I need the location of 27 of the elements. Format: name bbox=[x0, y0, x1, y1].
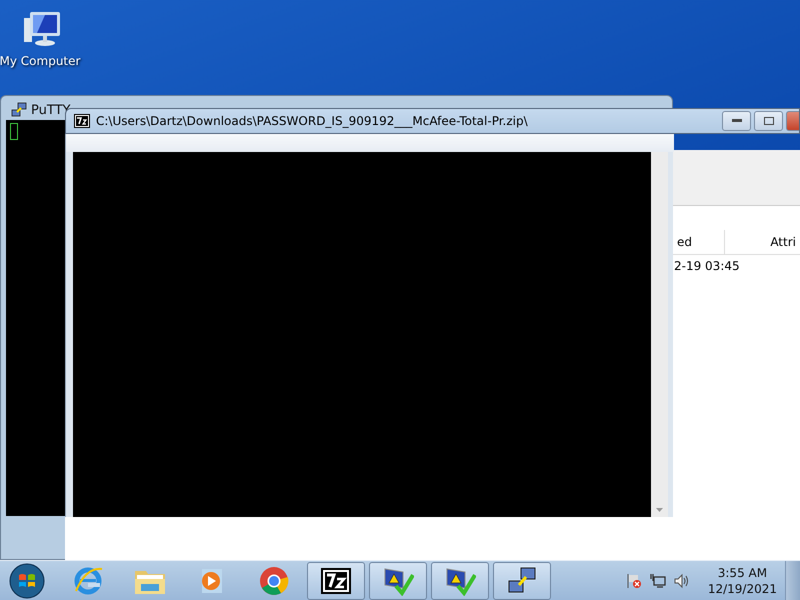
monitor-warning-check-icon bbox=[444, 566, 476, 596]
taskbar-button[interactable] bbox=[307, 562, 365, 600]
monitor-warning-check-icon bbox=[382, 566, 414, 596]
sevenzip-icon bbox=[74, 114, 90, 128]
minimize-button[interactable] bbox=[722, 111, 751, 131]
network-computers-icon bbox=[11, 102, 27, 118]
table-cell: 2-19 03:45 bbox=[674, 259, 740, 273]
network-icon[interactable] bbox=[650, 573, 666, 589]
clock[interactable]: 3:55 AM 12/19/2021 bbox=[708, 565, 777, 597]
desktop-icon-label[interactable]: My Computer bbox=[0, 54, 80, 68]
clock-date: 12/19/2021 bbox=[708, 581, 777, 597]
maximize-icon bbox=[764, 117, 774, 125]
chrome-icon bbox=[259, 566, 289, 596]
window-title: PuTTY bbox=[31, 102, 70, 118]
browser-e-icon bbox=[72, 565, 104, 597]
column-header[interactable]: Attri bbox=[725, 230, 800, 254]
flag-error-icon[interactable] bbox=[626, 573, 642, 589]
taskbar-button[interactable] bbox=[493, 562, 551, 600]
text-cursor bbox=[10, 123, 18, 140]
clock-time: 3:55 AM bbox=[718, 565, 768, 581]
speaker-icon[interactable] bbox=[674, 573, 690, 589]
maximize-button[interactable] bbox=[754, 111, 783, 131]
scrollbar[interactable] bbox=[651, 152, 668, 517]
start-button[interactable] bbox=[9, 563, 45, 599]
sevenzip-icon bbox=[321, 568, 351, 594]
minimize-icon bbox=[732, 119, 742, 123]
window-title: C:\Users\Dartz\Downloads\PASSWORD_IS_909192___McAfee-Total-Pr.zip\ bbox=[96, 114, 528, 128]
